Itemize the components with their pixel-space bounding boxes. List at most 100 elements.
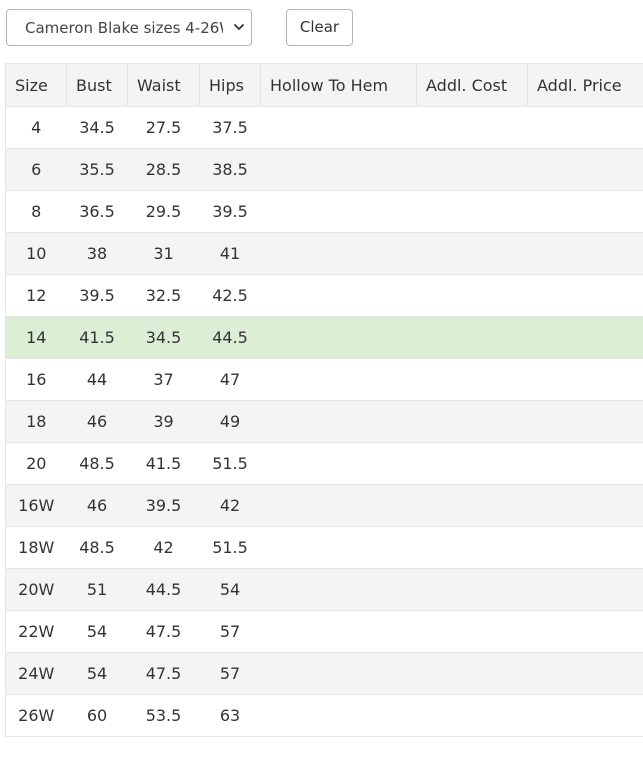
table-row[interactable]: 16 44 37 47 (5, 358, 643, 401)
cell-addl-cost (416, 316, 528, 359)
cell-addl-price (527, 274, 643, 317)
cell-addl-price (527, 442, 643, 485)
size-chart-select-value: Cameron Blake sizes 4-26W (25, 19, 223, 37)
cell-hollow-to-hem (260, 148, 417, 191)
cell-waist: 32.5 (127, 274, 200, 317)
cell-waist: 39.5 (127, 484, 200, 527)
cell-hips: 38.5 (199, 148, 261, 191)
cell-addl-cost (416, 652, 528, 695)
table-row[interactable]: 20W 51 44.5 54 (5, 568, 643, 611)
cell-addl-cost (416, 442, 528, 485)
cell-hollow-to-hem (260, 442, 417, 485)
cell-waist: 28.5 (127, 148, 200, 191)
cell-addl-price (527, 484, 643, 527)
table-row[interactable]: 18 46 39 49 (5, 400, 643, 443)
cell-hips: 37.5 (199, 106, 261, 149)
cell-addl-cost (416, 568, 528, 611)
cell-addl-cost (416, 526, 528, 569)
cell-addl-cost (416, 400, 528, 443)
cell-hips: 51.5 (199, 526, 261, 569)
table-row[interactable]: 16W 46 39.5 42 (5, 484, 643, 527)
cell-hollow-to-hem (260, 358, 417, 401)
cell-hips: 42.5 (199, 274, 261, 317)
cell-waist: 47.5 (127, 610, 200, 653)
table-body: 4 34.5 27.5 37.5 6 35.5 28.5 38.5 8 36.5 29.5 39.5 1… (5, 106, 643, 737)
table-row[interactable]: 14 41.5 34.5 44.5 (5, 316, 643, 359)
table-row[interactable]: 4 34.5 27.5 37.5 (5, 106, 643, 149)
column-header-addl-cost: Addl. Cost (416, 63, 528, 107)
cell-addl-cost (416, 484, 528, 527)
cell-waist: 31 (127, 232, 200, 275)
cell-waist: 42 (127, 526, 200, 569)
cell-hollow-to-hem (260, 568, 417, 611)
cell-bust: 60 (66, 694, 128, 737)
table-row[interactable]: 26W 60 53.5 63 (5, 694, 643, 737)
cell-addl-price (527, 610, 643, 653)
cell-addl-cost (416, 610, 528, 653)
column-header-bust: Bust (66, 63, 128, 107)
cell-addl-cost (416, 694, 528, 737)
cell-size: 8 (5, 190, 67, 233)
cell-hollow-to-hem (260, 652, 417, 695)
cell-hips: 54 (199, 568, 261, 611)
table-row[interactable]: 6 35.5 28.5 38.5 (5, 148, 643, 191)
cell-hollow-to-hem (260, 484, 417, 527)
cell-addl-price (527, 106, 643, 149)
cell-hips: 63 (199, 694, 261, 737)
cell-hollow-to-hem (260, 190, 417, 233)
cell-bust: 38 (66, 232, 128, 275)
cell-size: 24W (5, 652, 67, 695)
column-header-size: Size (5, 63, 67, 107)
cell-size: 16W (5, 484, 67, 527)
cell-bust: 39.5 (66, 274, 128, 317)
cell-size: 14 (5, 316, 67, 359)
cell-waist: 29.5 (127, 190, 200, 233)
cell-waist: 44.5 (127, 568, 200, 611)
cell-addl-price (527, 190, 643, 233)
cell-hollow-to-hem (260, 400, 417, 443)
cell-addl-cost (416, 190, 528, 233)
chevron-down-icon (234, 24, 244, 30)
table-row[interactable]: 24W 54 47.5 57 (5, 652, 643, 695)
cell-bust: 46 (66, 484, 128, 527)
cell-hips: 42 (199, 484, 261, 527)
table-header-row: Size Bust Waist Hips Hollow To Hem Addl. Cost… (5, 63, 643, 107)
column-header-addl-price: Addl. Price (527, 63, 643, 107)
cell-size: 10 (5, 232, 67, 275)
column-header-waist: Waist (127, 63, 200, 107)
cell-hollow-to-hem (260, 610, 417, 653)
table-row[interactable]: 10 38 31 41 (5, 232, 643, 275)
cell-bust: 54 (66, 610, 128, 653)
column-header-hollow-to-hem: Hollow To Hem (260, 63, 417, 107)
table-row[interactable]: 12 39.5 32.5 42.5 (5, 274, 643, 317)
table-row[interactable]: 22W 54 47.5 57 (5, 610, 643, 653)
cell-addl-price (527, 400, 643, 443)
cell-waist: 34.5 (127, 316, 200, 359)
cell-hips: 49 (199, 400, 261, 443)
cell-hollow-to-hem (260, 274, 417, 317)
cell-size: 12 (5, 274, 67, 317)
cell-addl-cost (416, 232, 528, 275)
table-row[interactable]: 18W 48.5 42 51.5 (5, 526, 643, 569)
table-row[interactable]: 8 36.5 29.5 39.5 (5, 190, 643, 233)
cell-hollow-to-hem (260, 526, 417, 569)
cell-addl-cost (416, 358, 528, 401)
size-chart-select[interactable]: Cameron Blake sizes 4-26W (6, 9, 252, 46)
cell-hollow-to-hem (260, 232, 417, 275)
cell-addl-price (527, 316, 643, 359)
cell-hips: 47 (199, 358, 261, 401)
cell-addl-price (527, 232, 643, 275)
cell-addl-cost (416, 106, 528, 149)
cell-bust: 35.5 (66, 148, 128, 191)
cell-addl-price (527, 526, 643, 569)
cell-addl-cost (416, 148, 528, 191)
cell-hips: 41 (199, 232, 261, 275)
cell-bust: 34.5 (66, 106, 128, 149)
cell-addl-price (527, 652, 643, 695)
cell-hips: 57 (199, 652, 261, 695)
cell-waist: 53.5 (127, 694, 200, 737)
clear-button[interactable]: Clear (286, 9, 353, 46)
table-row[interactable]: 20 48.5 41.5 51.5 (5, 442, 643, 485)
cell-bust: 44 (66, 358, 128, 401)
cell-waist: 27.5 (127, 106, 200, 149)
